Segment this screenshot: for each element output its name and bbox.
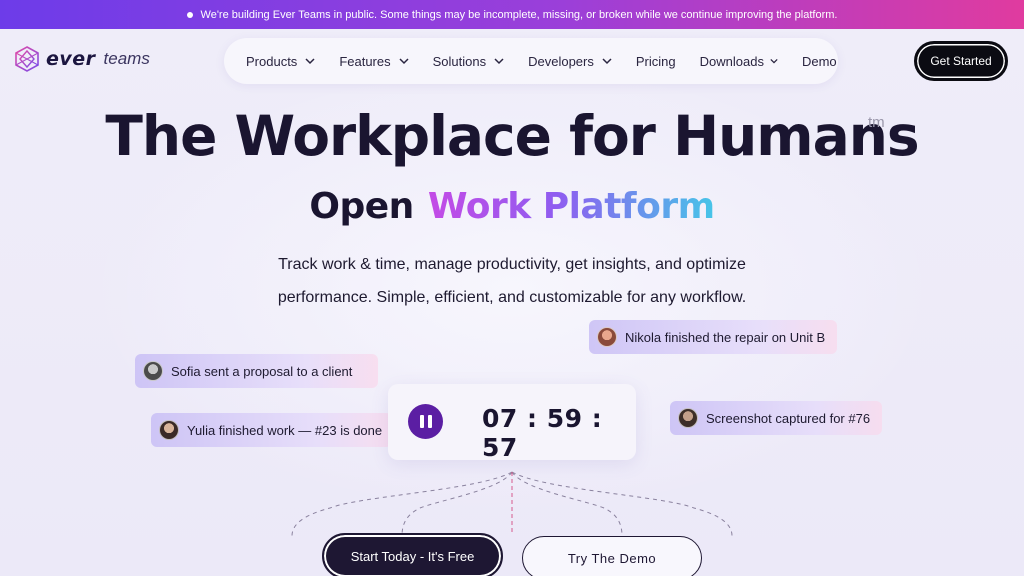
pause-icon [427, 415, 432, 428]
start-today-button[interactable]: Start Today - It's Free [322, 533, 503, 576]
bullet-icon [186, 11, 193, 18]
pause-button[interactable] [408, 404, 443, 439]
activity-text: Yulia finished work — #23 is done [187, 422, 383, 438]
announcement-banner: We're building Ever Teams in public. Som… [0, 0, 1024, 29]
nav-label: Products [246, 53, 298, 69]
logo-word-ever: ever [46, 48, 96, 70]
banner-text: We're building Ever Teams in public. Som… [200, 8, 838, 21]
activity-text: Nikola finished the repair on Unit B [625, 329, 826, 345]
timer-display: 07 : 59 : 57 [482, 404, 603, 462]
nav-item-solutions[interactable]: Solutions [433, 54, 504, 69]
nav-label: Features [339, 53, 391, 69]
avatar [597, 327, 617, 347]
activity-toast-sofia: Sofia sent a proposal to a client [135, 354, 379, 388]
get-started-button[interactable]: Get Started [914, 41, 1008, 81]
ever-logo-icon [15, 46, 39, 72]
ever-teams-logo[interactable]: ever teams [14, 46, 150, 72]
chevron-down-icon [305, 58, 315, 65]
avatar [678, 408, 698, 428]
chevron-down-icon [399, 58, 409, 65]
activity-toast-screenshot: Screenshot captured for #76 [670, 401, 883, 435]
nav-item-developers[interactable]: Developers [528, 54, 612, 69]
trademark-mark: tm [868, 114, 885, 131]
avatar [159, 420, 179, 440]
activity-text: Screenshot captured for #76 [706, 410, 871, 426]
nav-item-products[interactable]: Products [246, 54, 315, 69]
nav-label: Demo [801, 53, 837, 69]
nav-label: Developers [528, 53, 594, 69]
timer-widget: 07 : 59 : 57 [388, 384, 636, 462]
nav-item-downloads[interactable]: Downloads [700, 54, 778, 69]
pause-icon [419, 415, 424, 428]
nav-label: Pricing [635, 53, 676, 69]
nav-label: Solutions [432, 53, 487, 69]
main-nav: Products Features Solutions Developers P… [224, 38, 838, 84]
hero-subtitle: Open Work Platform [0, 186, 1024, 227]
activity-toast-nikola: Nikola finished the repair on Unit B [589, 320, 838, 354]
description-line-2: performance. Simple, efficient, and cust… [277, 289, 747, 306]
logo-word-teams: teams [103, 49, 150, 68]
connector-lines [291, 471, 733, 537]
chevron-down-icon [770, 58, 778, 64]
chevron-down-icon [602, 58, 612, 65]
try-demo-button[interactable]: Try The Demo [522, 536, 702, 576]
description-line-1: Track work & time, manage productivity, … [278, 256, 746, 273]
nav-item-pricing[interactable]: Pricing [636, 54, 676, 69]
nav-item-features[interactable]: Features [339, 53, 409, 69]
nav-item-demo[interactable]: Demo [802, 54, 837, 69]
avatar [143, 361, 163, 381]
subtitle-gradient: Work Platform [427, 186, 715, 227]
chevron-down-icon [494, 58, 504, 65]
activity-text: Sofia sent a proposal to a client [171, 363, 353, 379]
nav-label: Downloads [699, 53, 764, 69]
hero-description: Track work & time, manage productivity, … [212, 248, 812, 314]
activity-toast-yulia: Yulia finished work — #23 is done [151, 413, 393, 447]
subtitle-plain: Open [309, 186, 414, 227]
